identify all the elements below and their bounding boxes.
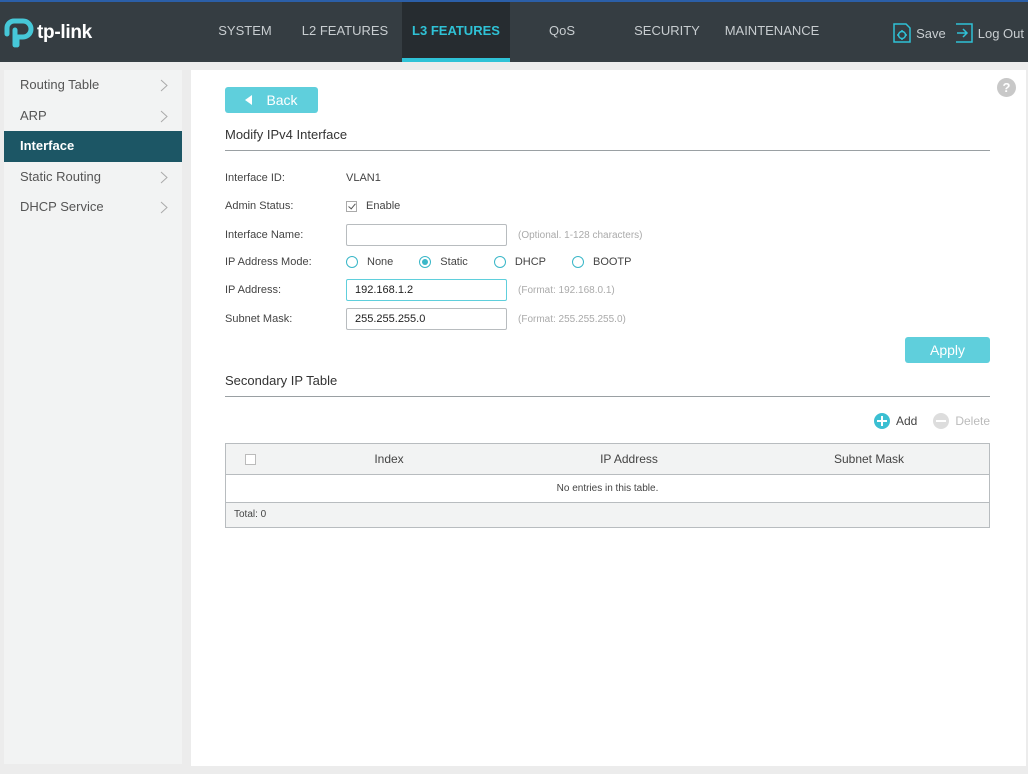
column-subnet-mask[interactable]: Subnet Mask xyxy=(754,452,984,466)
sidebar-item-interface[interactable]: Interface xyxy=(4,131,182,162)
delete-label: Delete xyxy=(955,414,990,428)
ip-mode-row: IP Address Mode: None Static DHCP BOOTP xyxy=(225,251,658,273)
ip-mode-static-radio[interactable]: Static xyxy=(419,256,468,268)
nav-qos[interactable]: QoS xyxy=(510,2,614,62)
save-button[interactable]: Save xyxy=(892,22,946,44)
plus-circle-icon xyxy=(873,413,890,429)
help-icon[interactable]: ? xyxy=(997,78,1016,97)
radio-label: BOOTP xyxy=(592,256,632,268)
radio-label: DHCP xyxy=(514,256,546,268)
admin-status-label: Admin Status: xyxy=(225,200,294,212)
save-label: Save xyxy=(916,25,946,41)
sidebar-item-dhcp-service[interactable]: DHCP Service xyxy=(4,192,182,223)
admin-status-row: Admin Status: Enable xyxy=(225,195,400,217)
ip-mode-bootp-radio[interactable]: BOOTP xyxy=(571,256,632,268)
secondary-ip-title: Secondary IP Table xyxy=(225,373,990,397)
interface-name-row: Interface Name: (Optional. 1-128 charact… xyxy=(225,224,643,246)
top-actions: Save Log Out xyxy=(884,22,1024,44)
nav-l3-features[interactable]: L3 FEATURES xyxy=(402,2,510,62)
sidebar-item-label: DHCP Service xyxy=(20,199,104,214)
logout-button[interactable]: Log Out xyxy=(954,22,1024,44)
logout-label: Log Out xyxy=(977,25,1024,41)
ip-mode-label: IP Address Mode: xyxy=(225,256,312,268)
radio-dot xyxy=(493,256,506,268)
subnet-mask-input[interactable] xyxy=(346,308,507,330)
select-all-cell xyxy=(226,453,274,465)
radio-label: Static xyxy=(440,256,468,268)
column-ip-address[interactable]: IP Address xyxy=(504,452,754,466)
table-actions: Add Delete xyxy=(858,413,990,429)
main-nav: SYSTEM L2 FEATURES L3 FEATURES QoS SECUR… xyxy=(202,2,824,62)
chevron-right-icon xyxy=(160,201,168,214)
interface-name-label: Interface Name: xyxy=(225,229,304,241)
interface-name-hint: (Optional. 1-128 characters) xyxy=(518,229,643,241)
sidebar-item-routing-table[interactable]: Routing Table xyxy=(4,70,182,101)
main-panel: ? Back Modify IPv4 Interface Interface I… xyxy=(191,70,1026,766)
ip-address-input[interactable] xyxy=(346,279,507,301)
select-all-checkbox[interactable] xyxy=(244,453,256,465)
ip-address-hint: (Format: 192.168.0.1) xyxy=(518,284,615,296)
table-empty-message: No entries in this table. xyxy=(226,475,989,503)
chevron-right-icon xyxy=(160,110,168,122)
chevron-right-icon xyxy=(160,171,168,183)
ip-mode-dhcp-radio[interactable]: DHCP xyxy=(493,256,546,268)
subnet-mask-hint: (Format: 255.255.255.0) xyxy=(518,313,626,325)
subnet-mask-row: Subnet Mask: (Format: 255.255.255.0) xyxy=(225,308,626,330)
logo-text: tp-link xyxy=(37,22,92,43)
secondary-ip-table: Index IP Address Subnet Mask No entries … xyxy=(225,443,990,528)
delete-button[interactable]: Delete xyxy=(933,413,990,429)
sidebar-item-arp[interactable]: ARP xyxy=(4,101,182,132)
nav-l2-features[interactable]: L2 FEATURES xyxy=(288,2,402,62)
table-header: Index IP Address Subnet Mask xyxy=(226,444,989,475)
chevron-right-icon xyxy=(160,79,168,92)
interface-id-value: VLAN1 xyxy=(346,172,381,184)
section-title: Modify IPv4 Interface xyxy=(225,127,990,151)
sidebar-item-label: Static Routing xyxy=(20,168,101,184)
nav-security[interactable]: SECURITY xyxy=(614,2,720,62)
radio-dot xyxy=(571,256,584,268)
sidebar-item-label: Routing Table xyxy=(20,77,100,92)
radio-dot xyxy=(346,256,358,268)
radio-dot xyxy=(419,256,432,268)
table-total: Total: 0 xyxy=(226,503,989,527)
admin-status-checkbox[interactable] xyxy=(346,200,357,212)
sidebar-item-label: Interface xyxy=(20,138,75,153)
subnet-mask-label: Subnet Mask: xyxy=(225,313,293,325)
nav-maintenance[interactable]: MAINTENANCE xyxy=(720,2,824,62)
top-bar: tp-link SYSTEM L2 FEATURES L3 FEATURES Q… xyxy=(0,0,1028,62)
ip-mode-radio-group: None Static DHCP BOOTP xyxy=(346,256,658,268)
sidebar-item-static-routing[interactable]: Static Routing xyxy=(4,162,182,193)
apply-button[interactable]: Apply xyxy=(905,337,990,363)
logout-icon xyxy=(955,23,973,43)
back-arrow-icon xyxy=(245,95,253,105)
nav-system[interactable]: SYSTEM xyxy=(202,2,288,62)
interface-id-label: Interface ID: xyxy=(225,172,285,184)
back-label: Back xyxy=(266,92,298,108)
add-label: Add xyxy=(895,414,918,428)
interface-name-input[interactable] xyxy=(346,224,507,246)
save-icon xyxy=(893,23,911,43)
column-index[interactable]: Index xyxy=(274,452,504,466)
sidebar-item-label: ARP xyxy=(20,107,47,123)
ip-mode-none-radio[interactable]: None xyxy=(346,256,393,268)
ip-address-row: IP Address: (Format: 192.168.0.1) xyxy=(225,279,615,301)
brand-logo[interactable]: tp-link xyxy=(4,16,92,50)
ip-address-label: IP Address: xyxy=(225,284,282,296)
radio-label: None xyxy=(367,256,394,268)
minus-circle-icon xyxy=(933,413,950,429)
add-button[interactable]: Add xyxy=(873,413,918,429)
sidebar: Routing Table ARP Interface Static Routi… xyxy=(4,70,182,764)
interface-id-row: Interface ID: VLAN1 xyxy=(225,167,381,189)
back-button[interactable]: Back xyxy=(225,87,318,113)
admin-status-enable-label: Enable xyxy=(366,200,401,212)
tp-link-logo-icon xyxy=(4,18,34,48)
